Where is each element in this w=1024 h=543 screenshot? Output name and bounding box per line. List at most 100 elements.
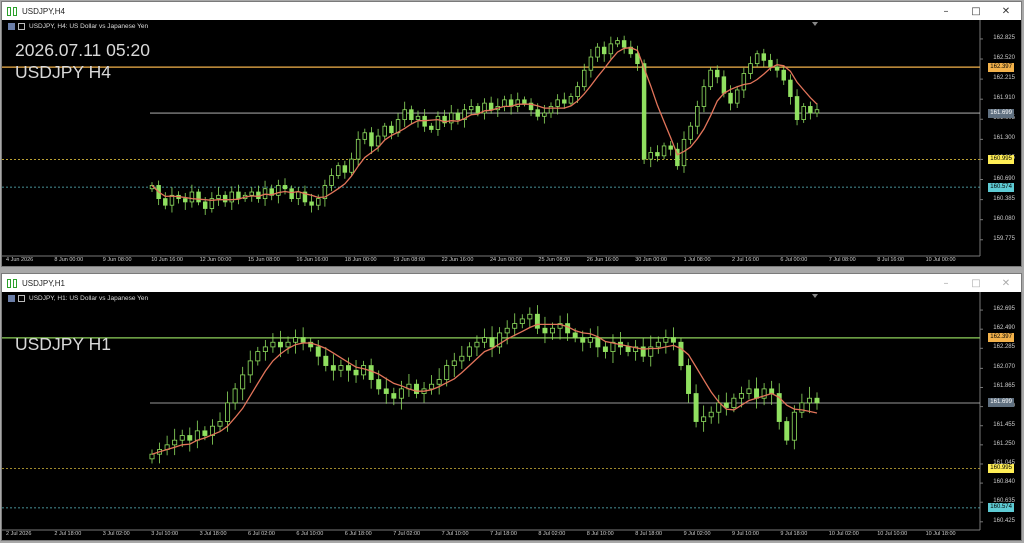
maximize-button[interactable]: □	[961, 274, 991, 292]
chart-window-h1[interactable]: USDJPY,H1 – □ ✕ USDJPY, H1: US Dollar vs…	[1, 273, 1022, 541]
candle-bear	[391, 393, 397, 399]
price-chart-svg[interactable]	[2, 292, 1021, 540]
candle-bull	[293, 337, 299, 343]
candle-bull	[189, 191, 195, 203]
candle-bear	[808, 106, 813, 114]
price-label: 160.840	[993, 479, 1015, 486]
candle-bull	[444, 365, 450, 380]
candle-bear	[788, 79, 793, 97]
close-button[interactable]: ✕	[991, 274, 1021, 292]
window-titlebar[interactable]: USDJPY,H1 – □ ✕	[2, 274, 1021, 292]
candle-bull	[512, 323, 518, 329]
candle-bull	[701, 416, 707, 422]
candle-bear	[455, 112, 461, 120]
candle-bear	[183, 198, 188, 203]
price-label: 162.285	[993, 344, 1015, 351]
candle-bull	[661, 145, 667, 157]
candle-bear	[414, 383, 419, 394]
candle-bear	[376, 379, 382, 390]
candle-bull	[568, 96, 574, 104]
candle-bull	[548, 106, 554, 114]
candle-bear	[353, 369, 359, 376]
price-tag-yellow: 160.995	[988, 464, 1014, 474]
candle-bear	[196, 191, 201, 203]
candle-bear	[475, 106, 481, 114]
window-title: USDJPY,H4	[22, 6, 65, 16]
price-label: 161.250	[993, 440, 1015, 447]
candle-bear	[202, 201, 208, 209]
overlay-symbol: USDJPY H4	[15, 62, 111, 82]
minimize-button[interactable]: –	[931, 2, 961, 20]
candle-bear	[602, 346, 608, 352]
candle-bear	[693, 393, 699, 422]
close-button[interactable]: ✕	[991, 2, 1021, 20]
candle-bull	[527, 313, 533, 320]
time-label: 10 Jul 10:00	[877, 531, 908, 537]
time-label: 30 Jun 00:00	[635, 257, 667, 263]
one-click-icon	[18, 23, 25, 30]
chart-area[interactable]: USDJPY, H1: US Dollar vs Japanese Yen US…	[2, 292, 1021, 540]
time-label: 6 Jul 02:00	[248, 531, 275, 537]
candle-bull	[216, 194, 221, 200]
candle-bull	[232, 388, 238, 404]
chart-window-h4[interactable]: USDJPY,H4 – □ ✕ USDJPY, H4: US Dollar vs…	[1, 1, 1022, 267]
minimize-button[interactable]: –	[931, 274, 961, 292]
candle-bear	[202, 430, 208, 436]
candle-bull	[615, 40, 620, 45]
time-label: 6 Jul 10:00	[296, 531, 324, 537]
candle-bear	[323, 355, 329, 366]
candle-bull	[436, 379, 442, 385]
time-label: 3 Jul 02:00	[102, 531, 130, 537]
candle-bear	[601, 46, 607, 55]
candle-bear	[728, 92, 733, 104]
chart-header-text: USDJPY, H1: US Dollar vs Japanese Yen	[29, 295, 149, 302]
time-label: 1 Jul 08:00	[683, 257, 711, 263]
candle-bear	[754, 388, 760, 399]
time-label: 18 Jun 00:00	[344, 257, 377, 263]
candle-bull	[329, 175, 334, 186]
candle-bull	[249, 191, 254, 196]
price-label: 162.825	[993, 34, 1015, 41]
candle-bull	[229, 191, 235, 203]
candle-bull	[708, 69, 713, 88]
price-label: 162.215	[993, 75, 1015, 82]
time-label: 9 Jul 02:00	[683, 531, 711, 537]
price-chart-svg[interactable]	[2, 20, 1021, 266]
candle-bear	[535, 109, 540, 117]
price-tag-orange: 162.397	[988, 62, 1014, 72]
candle-bull	[608, 43, 614, 55]
candle-bear	[488, 102, 494, 111]
candle-bull	[276, 185, 281, 196]
candle-bull	[814, 109, 820, 114]
overlay-datetime: 2026.07.11 05:20	[15, 40, 150, 60]
time-label: 9 Jul 18:00	[780, 531, 808, 537]
candle-bull	[555, 99, 560, 107]
candle-bear	[641, 63, 647, 160]
window-titlebar[interactable]: USDJPY,H4 – □ ✕	[2, 2, 1021, 20]
time-label: 2 Jul 18:00	[54, 531, 82, 537]
candle-bear	[542, 327, 548, 334]
price-label: 161.455	[993, 421, 1015, 428]
candle-bull	[502, 99, 507, 107]
candle-bull	[474, 341, 480, 348]
chart-area[interactable]: USDJPY, H4: US Dollar vs Japanese Yen 20…	[2, 20, 1021, 266]
candle-bear	[368, 365, 374, 380]
candle-bull	[179, 435, 185, 441]
time-label: 6 Jul 00:00	[780, 257, 808, 263]
maximize-button[interactable]: □	[961, 2, 991, 20]
price-label: 160.425	[993, 517, 1015, 524]
candle-bear	[723, 402, 729, 408]
candle-bull	[355, 138, 361, 160]
candle-bull	[588, 56, 594, 71]
shift-marker-icon	[812, 294, 818, 298]
time-label: 10 Jun 16:00	[151, 257, 183, 263]
candle-bear	[383, 388, 389, 394]
price-label: 161.300	[993, 135, 1015, 142]
time-label: 4 Jun 2026	[6, 257, 34, 263]
candle-bear	[163, 198, 168, 206]
candle-bear	[562, 99, 567, 104]
candle-bear	[715, 69, 720, 78]
candle-bear	[721, 76, 727, 94]
time-label: 19 Jun 08:00	[393, 257, 425, 263]
candle-bull	[748, 63, 753, 74]
